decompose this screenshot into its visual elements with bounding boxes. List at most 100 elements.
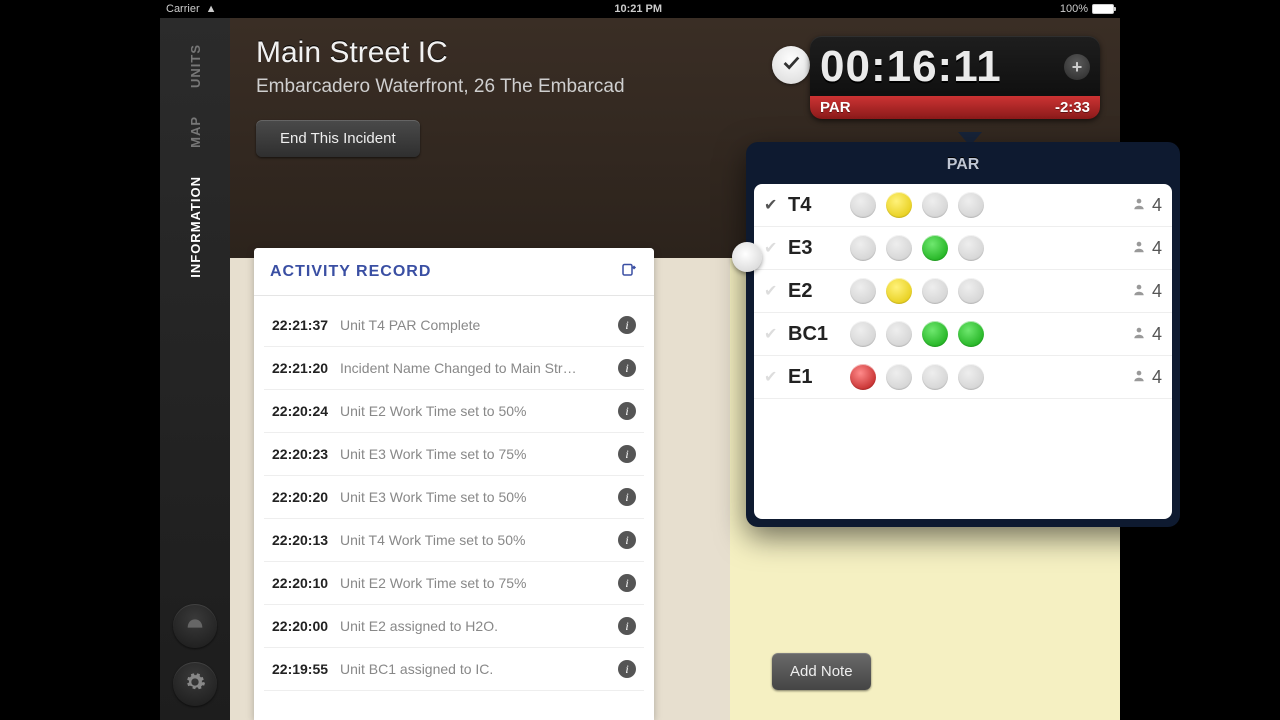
status-dot-green[interactable] (922, 235, 948, 261)
info-icon[interactable]: i (618, 402, 636, 420)
unit-name: E2 (788, 280, 844, 303)
info-icon[interactable]: i (618, 488, 636, 506)
info-icon[interactable]: i (618, 445, 636, 463)
battery-label: 100% (1060, 3, 1088, 15)
person-icon (1132, 195, 1146, 216)
info-icon[interactable]: i (618, 574, 636, 592)
activity-time: 22:20:13 (272, 532, 340, 548)
unit-personnel-count: 4 (1132, 195, 1162, 216)
par-row[interactable]: ✔ E2 4 (754, 270, 1172, 313)
scroll-knob[interactable] (732, 242, 762, 272)
status-dot-gray[interactable] (958, 192, 984, 218)
left-sidebar: UNITS MAP INFORMATION (160, 18, 230, 720)
unit-personnel-count: 4 (1132, 281, 1162, 302)
activity-text: Incident Name Changed to Main Str… (340, 360, 618, 376)
status-dot-green[interactable] (922, 321, 948, 347)
settings-button[interactable] (173, 662, 217, 706)
status-dot-gray[interactable] (922, 278, 948, 304)
status-dot-gray[interactable] (850, 192, 876, 218)
par-row[interactable]: ✔E14 (754, 356, 1172, 399)
person-icon (1132, 281, 1146, 302)
tab-units[interactable]: UNITS (188, 30, 203, 102)
tab-map[interactable]: MAP (188, 102, 203, 162)
status-dot-gray[interactable] (886, 364, 912, 390)
status-dot-gray[interactable] (850, 235, 876, 261)
activity-time: 22:20:00 (272, 618, 340, 634)
app-root: UNITS MAP INFORMATION Main Street IC Emb… (160, 18, 1120, 720)
export-icon (620, 265, 638, 282)
activity-row[interactable]: 22:20:23Unit E3 Work Time set to 75%i (264, 433, 644, 476)
person-icon (1132, 367, 1146, 388)
activity-text: Unit T4 PAR Complete (340, 317, 618, 333)
par-row[interactable]: ✔E34 (754, 227, 1172, 270)
par-popover-title: PAR (754, 150, 1172, 184)
activity-list[interactable]: 22:21:37Unit T4 PAR Completei22:21:20Inc… (254, 296, 654, 699)
check-button[interactable] (772, 46, 810, 84)
status-dot-gray[interactable] (922, 192, 948, 218)
activity-text: Unit BC1 assigned to IC. (340, 661, 618, 677)
activity-row[interactable]: 22:20:10Unit E2 Work Time set to 75%i (264, 562, 644, 605)
activity-row[interactable]: 22:20:00Unit E2 assigned to H2O.i (264, 605, 644, 648)
activity-time: 22:20:20 (272, 489, 340, 505)
par-label: PAR (820, 99, 851, 116)
par-status-bar[interactable]: PAR -2:33 (810, 96, 1100, 119)
status-dot-gray[interactable] (922, 364, 948, 390)
status-dot-gray[interactable] (850, 278, 876, 304)
tab-information[interactable]: INFORMATION (188, 162, 203, 292)
activity-row[interactable]: 22:19:55Unit BC1 assigned to IC.i (264, 648, 644, 691)
person-icon (1132, 324, 1146, 345)
timer-add-button[interactable]: + (1064, 54, 1090, 80)
activity-row[interactable]: 22:20:20Unit E3 Work Time set to 50%i (264, 476, 644, 519)
end-incident-button[interactable]: End This Incident (256, 120, 420, 157)
add-note-button[interactable]: Add Note (772, 653, 871, 690)
unit-personnel-count: 4 (1132, 324, 1162, 345)
status-dot-yellow[interactable] (886, 278, 912, 304)
unit-personnel-count: 4 (1132, 367, 1162, 388)
person-icon (1132, 238, 1146, 259)
info-icon[interactable]: i (618, 660, 636, 678)
info-icon[interactable]: i (618, 316, 636, 334)
status-dot-gray[interactable] (958, 278, 984, 304)
activity-record-title: ACTIVITY RECORD (270, 263, 431, 281)
par-row[interactable]: ✔T44 (754, 184, 1172, 227)
activity-time: 22:21:37 (272, 317, 340, 333)
status-dot-gray[interactable] (850, 321, 876, 347)
status-dot-gray[interactable] (886, 235, 912, 261)
info-icon[interactable]: i (618, 359, 636, 377)
check-icon: ✔ (764, 281, 782, 301)
status-dot-gray[interactable] (958, 364, 984, 390)
info-icon[interactable]: i (618, 617, 636, 635)
export-button[interactable] (620, 260, 638, 283)
activity-time: 22:20:10 (272, 575, 340, 591)
activity-row[interactable]: 22:21:37Unit T4 PAR Completei (264, 304, 644, 347)
par-row[interactable]: ✔BC14 (754, 313, 1172, 356)
incident-address: Embarcadero Waterfront, 26 The Embarcad (256, 76, 696, 98)
par-unit-list: ✔T44✔E34✔E24✔BC14✔E14 (754, 184, 1172, 519)
status-dot-yellow[interactable] (886, 192, 912, 218)
activity-row[interactable]: 22:20:13Unit T4 Work Time set to 50%i (264, 519, 644, 562)
info-icon[interactable]: i (618, 531, 636, 549)
unit-personnel-count: 4 (1132, 238, 1162, 259)
activity-row[interactable]: 22:20:24Unit E2 Work Time set to 50%i (264, 390, 644, 433)
clock-label: 10:21 PM (217, 3, 1060, 15)
check-icon: ✔ (764, 195, 782, 215)
status-dot-green[interactable] (958, 321, 984, 347)
carrier-label: Carrier (166, 3, 200, 15)
activity-text: Unit E3 Work Time set to 50% (340, 489, 618, 505)
helmet-icon (184, 613, 206, 640)
ios-statusbar: Carrier ▲ 10:21 PM 100% (160, 0, 1120, 18)
activity-record-card: ACTIVITY RECORD 22:21:37Unit T4 PAR Comp… (254, 248, 654, 720)
activity-row[interactable]: 22:21:20Incident Name Changed to Main St… (264, 347, 644, 390)
gear-icon (184, 671, 206, 698)
activity-text: Unit T4 Work Time set to 50% (340, 532, 618, 548)
activity-text: Unit E2 Work Time set to 75% (340, 575, 618, 591)
unit-name: BC1 (788, 323, 844, 346)
status-dot-red[interactable] (850, 364, 876, 390)
helmet-button[interactable] (173, 604, 217, 648)
status-dot-gray[interactable] (886, 321, 912, 347)
status-dot-gray[interactable] (958, 235, 984, 261)
activity-time: 22:20:23 (272, 446, 340, 462)
battery-icon (1092, 4, 1114, 14)
check-icon (780, 52, 802, 79)
check-icon: ✔ (764, 367, 782, 387)
